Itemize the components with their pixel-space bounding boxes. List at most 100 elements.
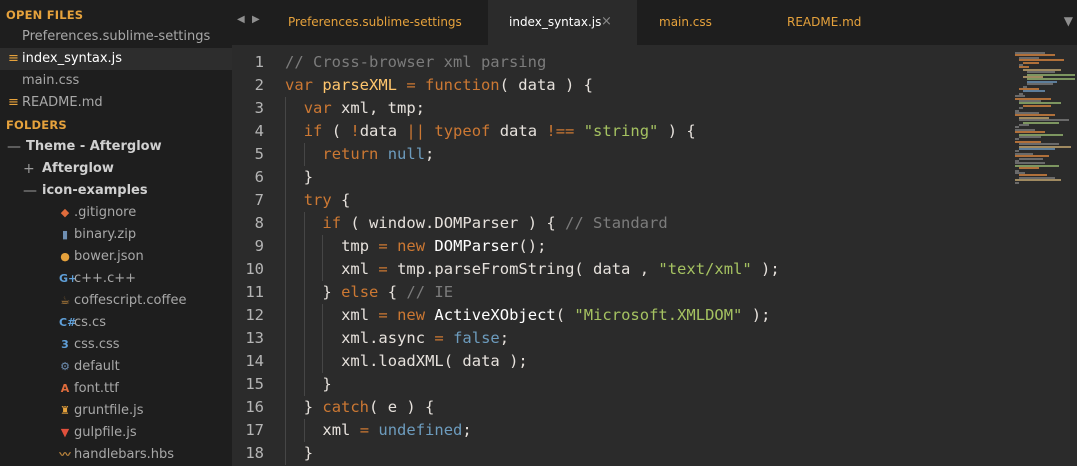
code-token: ( window.DOMParser ) { [350, 214, 566, 232]
indent-guide [285, 235, 286, 258]
back-arrow-icon[interactable]: ◀ [237, 14, 245, 25]
code-text: return null; [322, 143, 434, 166]
indent-guide [285, 166, 286, 189]
line-number: 17 [245, 421, 264, 439]
file-item[interactable]: ♜ gruntfile.js [0, 400, 232, 422]
minimap-line [1027, 83, 1053, 86]
code-text: if ( !data || typeof data !== "string" )… [304, 120, 696, 143]
font-icon: A [60, 382, 70, 395]
indent-guide [285, 189, 286, 212]
indent-guide [285, 350, 286, 373]
indent-guide [303, 304, 305, 327]
tab-index-syntax-js[interactable]: index_syntax.js × [488, 0, 637, 46]
code-token: undefined [378, 421, 463, 439]
css-icon: 3 [61, 338, 69, 351]
open-file-item[interactable]: Preferences.sublime-settings [0, 26, 232, 48]
line-number: 3 [254, 99, 264, 117]
code-token: } [303, 444, 314, 462]
code-token: tmp [341, 237, 379, 255]
file-item[interactable]: ▼ gulpfile.js [0, 422, 232, 444]
file-label: gulpfile.js [74, 425, 137, 440]
indent-guide [303, 327, 305, 350]
file-item[interactable]: ▮ binary.zip [0, 224, 232, 246]
file-item[interactable]: ⚙ default [0, 356, 232, 378]
code-line: 10 xml = tmp.parseFromString( data , "tex… [232, 258, 1012, 281]
file-item[interactable]: C# cs.cs [0, 312, 232, 334]
close-icon[interactable]: × [601, 0, 612, 44]
folder-item[interactable]: — icon-examples [0, 180, 232, 202]
grunt-icon: ♜ [60, 404, 70, 417]
code-token: ; [499, 329, 510, 347]
file-item[interactable]: ☕ coffescript.coffee [0, 290, 232, 312]
code-token: tmp.parseFromString( data , [397, 260, 659, 278]
gear-icon: ⚙ [60, 360, 70, 373]
tab-readme-md[interactable]: README.md [765, 0, 1035, 46]
open-file-item[interactable]: ≡ index_syntax.js [0, 48, 232, 70]
minimap[interactable] [1013, 52, 1077, 184]
modified-indicator-icon: ≡ [8, 95, 19, 110]
tab-label: README.md [787, 15, 862, 29]
code-token: (); [518, 237, 547, 255]
code-token: ; [462, 421, 472, 439]
code-token: ! [350, 122, 360, 140]
code-token: } [322, 283, 342, 301]
tab-dropdown-icon[interactable]: ▼ [1064, 14, 1073, 28]
tab-preferences-sublime-settings[interactable]: Preferences.sublime-settings [280, 0, 490, 45]
code-token: { [341, 191, 351, 209]
minimap-line [1023, 104, 1051, 107]
open-file-label: main.css [22, 73, 80, 88]
code-token: parseXML [322, 76, 397, 94]
file-item[interactable]: ◆ .gitignore [0, 202, 232, 224]
collapse-icon[interactable]: — [23, 180, 37, 202]
sidebar: OPEN FILES Preferences.sublime-settings ≡… [0, 0, 232, 466]
file-item[interactable]: G+ c++.c++ [0, 268, 232, 290]
file-item[interactable]: 〰 handlebars.hbs [0, 444, 232, 466]
code-text: } [304, 442, 313, 465]
indent-guide [285, 373, 286, 396]
folder-label: Theme - Afterglow [26, 139, 162, 154]
open-file-item[interactable]: ≡ README.md [0, 92, 232, 114]
code-line: 9 tmp = new DOMParser(); [232, 235, 1012, 258]
indent-guide [285, 419, 286, 442]
line-number: 15 [245, 375, 264, 393]
code-token: ); [742, 306, 771, 324]
tab-main-css[interactable]: main.css [637, 0, 765, 45]
code-text: } [304, 166, 313, 189]
indent-guide [303, 212, 305, 235]
code-token: "Microsoft.XMLDOM" [574, 306, 743, 324]
code-token: xml [341, 260, 379, 278]
code-token: var [285, 76, 323, 94]
line-number: 16 [245, 398, 264, 416]
file-label: css.css [74, 337, 120, 352]
code-line: 12 xml = new ActiveXObject( "Microsoft.XM… [232, 304, 1012, 327]
open-file-item[interactable]: main.css [0, 70, 232, 92]
file-item[interactable]: ● bower.json [0, 246, 232, 268]
modified-indicator-icon: ≡ [8, 51, 19, 66]
forward-arrow-icon[interactable]: ▶ [252, 14, 260, 25]
code-line: 5 return null; [232, 143, 1012, 166]
gulp-icon: ▼ [60, 426, 70, 439]
folder-item[interactable]: — Theme - Afterglow [0, 136, 232, 158]
collapse-icon[interactable]: — [7, 136, 21, 158]
line-number: 10 [245, 260, 264, 278]
code-token: = [434, 329, 454, 347]
code-token: function [424, 76, 500, 94]
open-files-header: OPEN FILES [6, 8, 84, 22]
expand-icon[interactable]: + [23, 158, 35, 180]
minimap-line [1019, 148, 1055, 150]
code-editor[interactable]: 1 // Cross-browser xml parsing 2 var parseX… [232, 45, 1077, 466]
line-number: 8 [254, 214, 264, 232]
file-item[interactable]: Afont.ttf [0, 378, 232, 400]
code-token: else [341, 283, 388, 301]
indent-guide [322, 235, 324, 258]
csharp-icon: C# [59, 316, 77, 329]
tab-bar: ◀ ▶ Preferences.sublime-settings index_sy… [232, 0, 1077, 46]
code-token: "string" [583, 122, 659, 140]
file-item[interactable]: 3 css.css [0, 334, 232, 356]
indent-guide [285, 442, 286, 465]
code-token: // Cross-browser xml parsing [285, 53, 547, 71]
code-line: 14 xml.loadXML( data ); [232, 350, 1012, 373]
folder-item[interactable]: + Afterglow [0, 158, 232, 180]
line-number: 1 [254, 53, 264, 71]
indent-guide [322, 327, 324, 350]
